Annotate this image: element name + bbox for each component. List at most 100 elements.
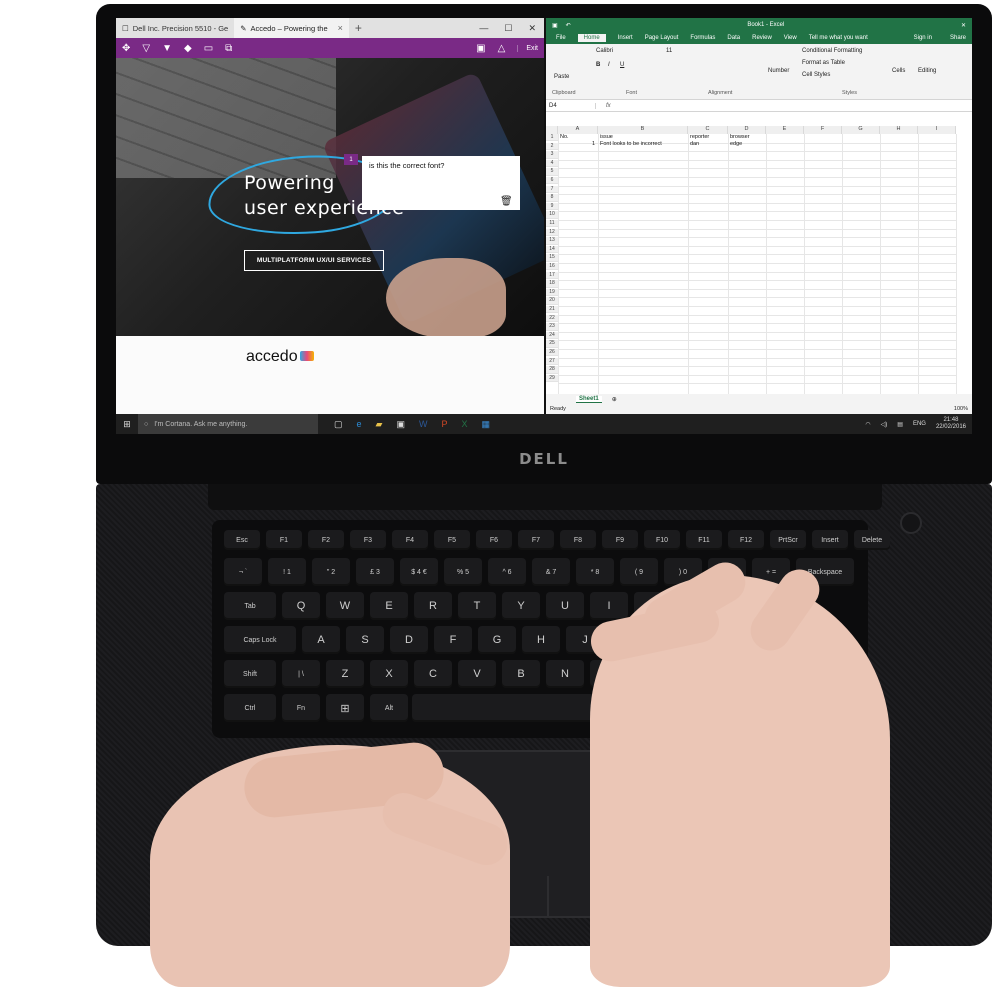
keyboard-key[interactable]: E [370, 592, 408, 620]
keyboard-key[interactable]: Shift [224, 660, 276, 688]
cell-a2[interactable]: 1 [592, 141, 595, 148]
keyboard-key[interactable]: Fn [282, 694, 320, 722]
new-tab-button[interactable]: + [349, 21, 368, 35]
tab-close-icon[interactable]: × [338, 23, 343, 33]
keyboard-key[interactable]: * 8 [576, 558, 614, 586]
keyboard-key[interactable]: Y [502, 592, 540, 620]
keyboard-key[interactable]: Alt [370, 694, 408, 722]
row-header[interactable]: 29 [546, 374, 558, 383]
tab-home[interactable]: Home [577, 34, 606, 42]
keyboard-key[interactable]: F4 [392, 530, 428, 550]
row-header[interactable]: 2 [546, 142, 558, 150]
row-header[interactable]: 10 [546, 211, 558, 219]
cell-d1[interactable]: browser [730, 134, 750, 141]
cta-button[interactable]: MULTIPLATFORM UX/UI SERVICES [244, 250, 384, 271]
language-indicator[interactable]: ENG [913, 421, 926, 427]
keyboard-key[interactable]: Caps Lock [224, 626, 296, 654]
keyboard-key[interactable]: & 7 [532, 558, 570, 586]
keyboard-key[interactable]: " 2 [312, 558, 350, 586]
keyboard-key[interactable]: T [458, 592, 496, 620]
keyboard-key[interactable]: Insert [812, 530, 848, 550]
keyboard-key[interactable]: U [546, 592, 584, 620]
keyboard-key[interactable]: Ctrl [224, 694, 276, 722]
maximize-button[interactable]: ☐ [504, 23, 512, 34]
cell-a1[interactable]: No. [560, 134, 569, 141]
sheet-tab[interactable]: Sheet1 [576, 395, 602, 403]
keyboard-key[interactable]: F3 [350, 530, 386, 550]
keyboard-key[interactable]: R [414, 592, 452, 620]
row-header[interactable]: 27 [546, 357, 558, 365]
keyboard-key[interactable]: B [502, 660, 540, 688]
word-icon[interactable]: W [419, 419, 428, 430]
keyboard-key[interactable]: F10 [644, 530, 680, 550]
excel-icon[interactable]: X [461, 419, 467, 430]
keyboard-key[interactable]: F2 [308, 530, 344, 550]
edge-icon[interactable]: e [357, 419, 362, 430]
fx-icon[interactable]: fx [596, 103, 611, 109]
close-icon[interactable]: ✕ [961, 22, 966, 29]
tab-data[interactable]: Data [727, 35, 740, 41]
sign-in-link[interactable]: Sign in [914, 35, 938, 41]
row-header[interactable]: 3 [546, 151, 558, 159]
editing-button[interactable]: Editing [918, 68, 936, 74]
keyboard-key[interactable]: F6 [476, 530, 512, 550]
pen-icon[interactable]: ▽ [142, 43, 150, 54]
column-header[interactable]: G [842, 126, 880, 134]
tell-me-box[interactable]: Tell me what you want [809, 35, 868, 41]
row-header[interactable]: 18 [546, 280, 558, 288]
keyboard-key[interactable]: F11 [686, 530, 722, 550]
conditional-formatting-button[interactable]: Conditional Formatting [802, 48, 862, 54]
exit-button[interactable]: Exit [517, 44, 538, 52]
zoom-level[interactable]: 100% [954, 406, 968, 412]
column-header[interactable]: F [804, 126, 842, 134]
cell-b2[interactable]: Font looks to be incorrect [600, 141, 662, 148]
row-header[interactable]: 20 [546, 297, 558, 305]
save-icon[interactable]: ▣ [552, 22, 558, 29]
eraser-icon[interactable]: ◆ [184, 43, 192, 54]
keyboard-key[interactable]: I [590, 592, 628, 620]
add-note-icon[interactable]: ▭ [204, 43, 213, 54]
comment-text[interactable]: is this the correct font? [369, 161, 444, 170]
store-icon[interactable]: ▣ [396, 419, 405, 430]
keyboard-key[interactable]: F5 [434, 530, 470, 550]
start-icon[interactable]: ⊞ [116, 419, 138, 430]
tab-formulas[interactable]: Formulas [690, 35, 715, 41]
powerpoint-icon[interactable]: P [441, 419, 447, 430]
row-header[interactable]: 16 [546, 263, 558, 271]
paste-button[interactable]: Paste [554, 74, 569, 80]
row-header[interactable]: 9 [546, 202, 558, 211]
comment-number-badge[interactable]: 1 [344, 154, 358, 165]
tab-insert[interactable]: Insert [618, 35, 633, 41]
keyboard-key[interactable]: % 5 [444, 558, 482, 586]
wifi-icon[interactable]: ◠ [865, 421, 870, 428]
keyboard-key[interactable]: ¬ ` [224, 558, 262, 586]
keyboard-key[interactable]: ⊞ [326, 694, 364, 722]
spreadsheet-grid[interactable]: A B C D E F G H I 1 2 3 4 5 6 7 8 9 10 11 12 13 14 15 1… [546, 126, 968, 394]
share-button[interactable]: Share [950, 35, 972, 41]
share-icon[interactable]: △ [498, 43, 506, 54]
close-button[interactable]: ✕ [528, 23, 536, 34]
name-box[interactable]: D4 [546, 102, 596, 109]
row-header[interactable]: 5 [546, 168, 558, 176]
browser-tab-accedo[interactable]: ✎ Accedo – Powering the × [234, 18, 349, 38]
save-icon[interactable]: ▣ [476, 43, 485, 54]
column-header[interactable]: B [598, 126, 688, 134]
row-header[interactable]: 14 [546, 245, 558, 254]
row-header[interactable]: 12 [546, 228, 558, 236]
row-header[interactable]: 8 [546, 194, 558, 202]
row-header[interactable]: 28 [546, 366, 558, 374]
row-header[interactable]: 4 [546, 159, 558, 168]
select-all-corner[interactable] [546, 126, 558, 134]
keyboard-key[interactable]: H [522, 626, 560, 654]
column-header[interactable]: A [558, 126, 598, 134]
underline-button[interactable]: U [620, 62, 624, 68]
note-comment-box[interactable]: is this the correct font? [362, 156, 520, 210]
row-header[interactable]: 22 [546, 314, 558, 322]
keyboard-key[interactable]: Esc [224, 530, 260, 550]
highlighter-icon[interactable]: ▼ [162, 43, 172, 54]
keyboard-key[interactable]: Delete [854, 530, 890, 550]
row-header[interactable]: 13 [546, 237, 558, 245]
app-icon[interactable]: ▦ [482, 419, 491, 430]
row-header[interactable]: 24 [546, 331, 558, 340]
task-view-icon[interactable]: ▢ [334, 419, 343, 430]
